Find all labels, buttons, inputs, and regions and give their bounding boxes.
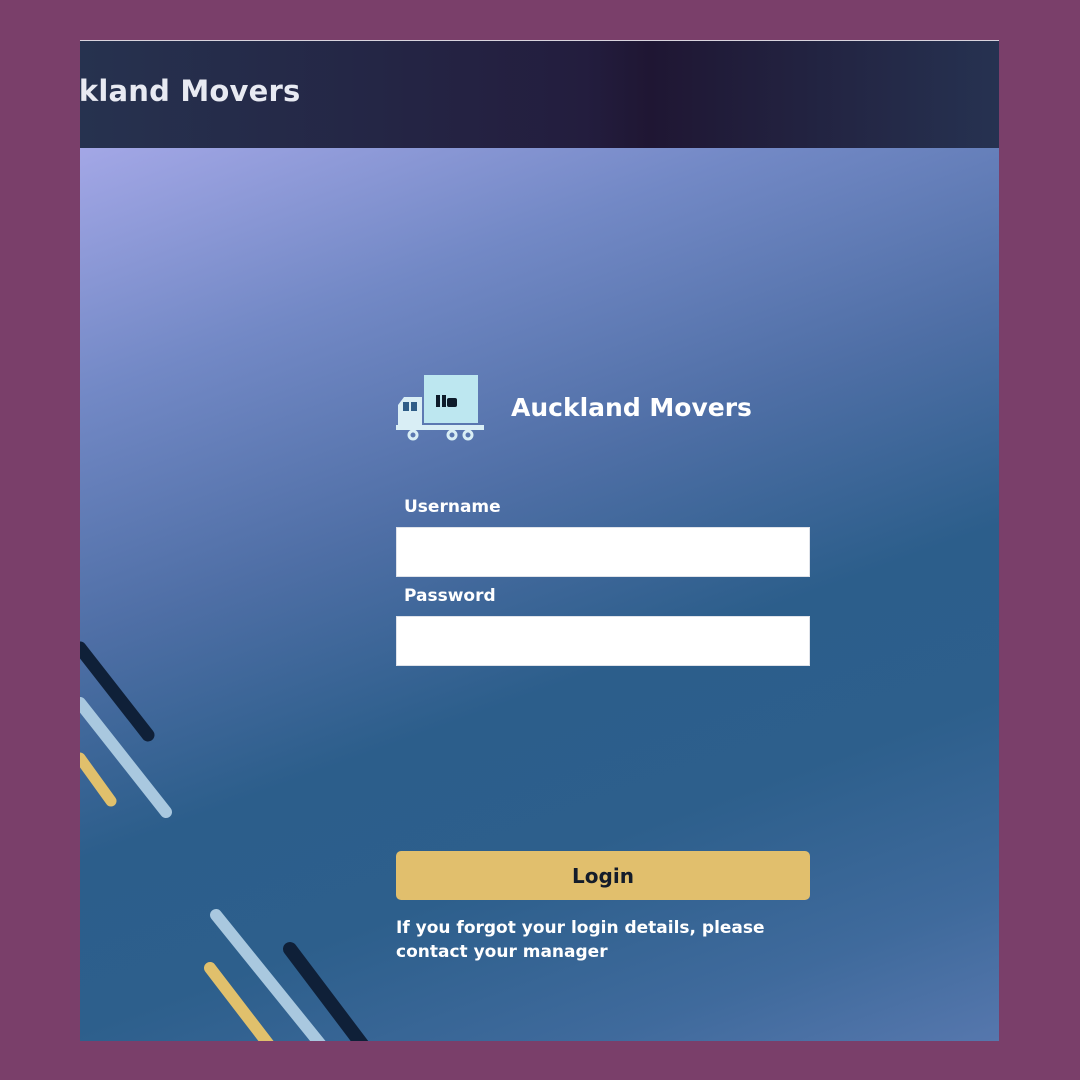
moving-truck-icon [396, 375, 484, 441]
password-input[interactable] [396, 616, 810, 666]
decorative-stripes [80, 641, 369, 1041]
stripe-gold-top [80, 752, 117, 807]
brand-name: Auckland Movers [511, 393, 752, 422]
login-button[interactable]: Login [396, 851, 810, 900]
login-screen: Auckland Movers Username Password Login … [80, 148, 999, 1041]
stripe-light-bottom [210, 909, 326, 1041]
brand-header: Auckland Movers [396, 373, 816, 443]
username-label: Username [404, 497, 501, 517]
app-window: Auckland Movers [80, 40, 999, 1041]
app-title: Auckland Movers [80, 74, 301, 108]
stripe-light-top [80, 697, 172, 818]
forgot-login-help-text: If you forgot your login details, please… [396, 918, 765, 962]
top-bar: Auckland Movers [80, 41, 999, 148]
username-input[interactable] [396, 527, 810, 577]
password-label: Password [404, 586, 496, 606]
